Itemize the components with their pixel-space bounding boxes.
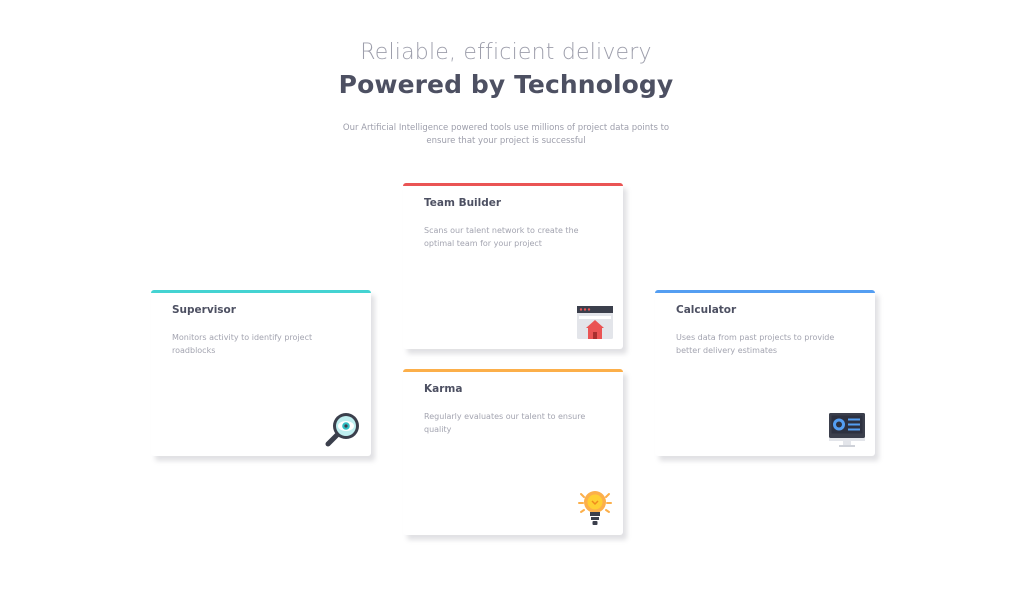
magnifier-eye-icon <box>324 410 362 448</box>
section-header: Reliable, efficient delivery Powered by … <box>0 38 1012 102</box>
card-title: Karma <box>424 383 463 395</box>
monitor-chart-icon <box>828 410 866 448</box>
card-title: Calculator <box>676 304 737 316</box>
section-title: Powered by Technology <box>338 70 674 99</box>
card-title: Team Builder <box>424 197 502 209</box>
intro-line-1: Our Artificial Intelligence powered tool… <box>342 123 670 133</box>
card-title: Supervisor <box>172 304 236 316</box>
card-karma: Karma Regularly evaluates our talent to … <box>403 369 623 535</box>
intro-line-2: ensure that your project is successful <box>426 136 586 146</box>
card-description: Regularly evaluates our talent to ensure… <box>424 412 586 434</box>
lightbulb-icon <box>576 489 614 527</box>
section-intro: Our Artificial Intelligence powered tool… <box>0 122 1012 148</box>
card-team-builder: Team Builder Scans our talent network to… <box>403 183 623 349</box>
card-supervisor: Supervisor Monitors activity to identify… <box>151 290 371 456</box>
browser-house-icon <box>576 303 614 341</box>
card-calculator: Calculator Uses data from past projects … <box>655 290 875 456</box>
card-description: Scans our talent network to create the o… <box>424 226 579 248</box>
card-description: Uses data from past projects to provide … <box>676 333 835 355</box>
section-subtitle: Reliable, efficient delivery <box>360 40 652 65</box>
card-description: Monitors activity to identify project ro… <box>172 333 313 355</box>
